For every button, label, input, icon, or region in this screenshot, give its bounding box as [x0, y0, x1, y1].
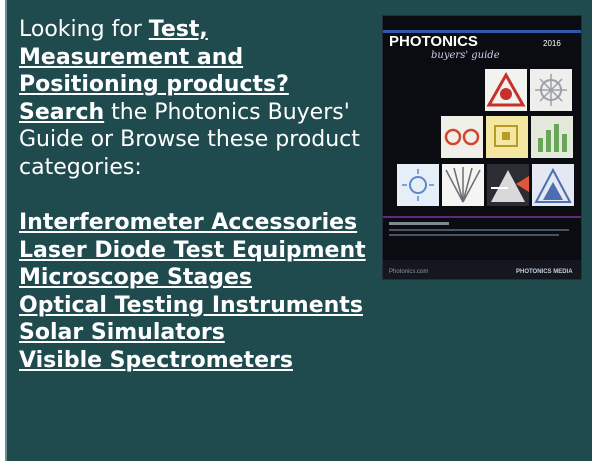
cover-icon-fan [442, 164, 484, 206]
intro-paragraph: Looking for Test, Measurement and Positi… [19, 16, 369, 181]
category-link-solar-simulators[interactable]: Solar Simulators [19, 320, 225, 345]
cover-icon-circuit [486, 116, 528, 158]
cover-purple-rule [383, 216, 581, 218]
cover-text-line [389, 234, 559, 236]
cover-icon-sun [397, 164, 439, 206]
cover-brand: PHOTONICS [389, 33, 478, 50]
category-link-visible-spectrometers[interactable]: Visible Spectrometers [19, 348, 293, 373]
cover-icon-rings [441, 116, 483, 158]
intro-prefix: Looking for [19, 17, 149, 42]
category-item: Microscope Stages [19, 264, 369, 292]
cover-subtitle: buyers' guide [431, 50, 500, 61]
cover-icon-pyramid [532, 164, 574, 206]
category-link-optical-testing-instruments[interactable]: Optical Testing Instruments [19, 293, 363, 318]
category-item: Solar Simulators [19, 319, 369, 347]
cover-icon-bars [531, 116, 573, 158]
category-item: Interferometer Accessories [19, 209, 369, 237]
promo-panel: Looking for Test, Measurement and Positi… [5, 0, 592, 461]
cover-footer-left: Photonics.com [389, 269, 428, 275]
category-list: Interferometer Accessories Laser Diode T… [19, 209, 369, 374]
category-item: Optical Testing Instruments [19, 292, 369, 320]
promo-text: Looking for Test, Measurement and Positi… [19, 16, 369, 374]
category-item: Visible Spectrometers [19, 347, 369, 375]
cover-icon-prism [487, 164, 529, 206]
category-item: Laser Diode Test Equipment [19, 237, 369, 265]
cover-icon-triangle-lens [485, 69, 527, 111]
cover-footer-right: PHOTONICS MEDIA [516, 269, 573, 275]
category-link-microscope-stages[interactable]: Microscope Stages [19, 265, 252, 290]
cover-icon-starburst [530, 69, 572, 111]
category-link-laser-diode-test-equipment[interactable]: Laser Diode Test Equipment [19, 238, 366, 263]
cover-year: 2016 [543, 39, 561, 48]
cover-artwork: PHOTONICS 2016 buyers' guide Photonics.c… [383, 30, 581, 279]
buyers-guide-cover[interactable]: PHOTONICS 2016 buyers' guide Photonics.c… [382, 15, 582, 280]
category-link-interferometer-accessories[interactable]: Interferometer Accessories [19, 210, 357, 235]
cover-text-line [389, 229, 569, 231]
search-link[interactable]: Search [19, 100, 104, 125]
cover-edition-line [389, 222, 449, 225]
